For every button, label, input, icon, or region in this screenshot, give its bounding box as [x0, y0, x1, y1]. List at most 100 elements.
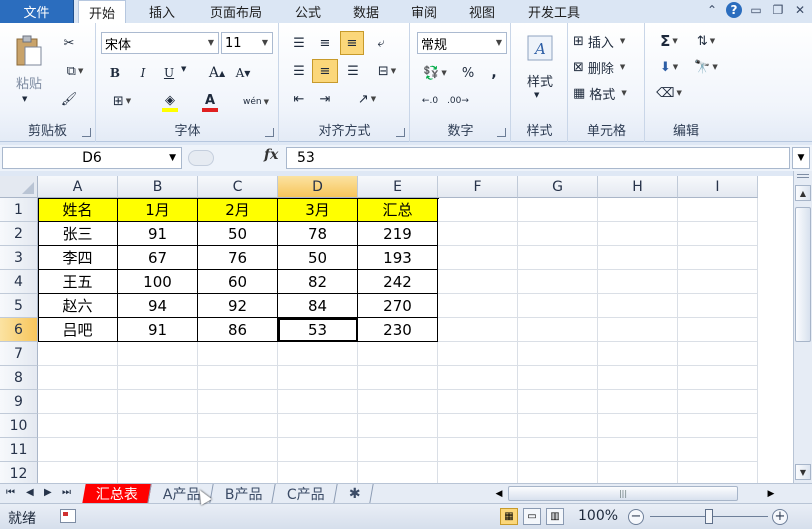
cell-f9[interactable] [438, 390, 518, 414]
cell-b10[interactable] [118, 414, 198, 438]
cell-h8[interactable] [598, 366, 678, 390]
cell-h12[interactable] [598, 462, 678, 483]
cell-h7[interactable] [598, 342, 678, 366]
cell-a10[interactable] [38, 414, 118, 438]
minimize-icon[interactable]: ▭ [748, 3, 764, 17]
column-header-c[interactable]: C [198, 176, 278, 198]
scroll-up-icon[interactable]: ▲ [795, 185, 811, 201]
align-center-icon[interactable]: ≡ [312, 59, 338, 83]
decrease-decimal-icon[interactable]: .00→ [447, 91, 469, 111]
paste-dropdown-icon[interactable]: ▼ [22, 95, 27, 103]
insert-sheet-button[interactable]: ✱ [336, 484, 374, 503]
cell-e3[interactable]: 193 [358, 246, 438, 270]
cell-h9[interactable] [598, 390, 678, 414]
cell-a12[interactable] [38, 462, 118, 483]
percent-button[interactable]: % [459, 63, 477, 83]
cell-h10[interactable] [598, 414, 678, 438]
column-header-b[interactable]: B [118, 176, 198, 198]
first-sheet-icon[interactable]: ⏮ [6, 487, 15, 498]
cell-i11[interactable] [678, 438, 758, 462]
number-launcher-icon[interactable] [497, 128, 506, 137]
bold-button[interactable]: B [105, 63, 125, 83]
align-right-icon[interactable]: ☰ [342, 61, 364, 81]
cell-c6[interactable]: 86 [198, 318, 278, 342]
fill-icon[interactable]: ⬇ ▼ [654, 57, 684, 77]
tab-view[interactable]: 视图 [456, 0, 508, 23]
cell-h11[interactable] [598, 438, 678, 462]
cell-f10[interactable] [438, 414, 518, 438]
cell-f8[interactable] [438, 366, 518, 390]
cell-d9[interactable] [278, 390, 358, 414]
align-top-icon[interactable]: ☰ [288, 33, 310, 53]
currency-button[interactable]: 💱 ▼ [419, 63, 451, 83]
cell-g3[interactable] [518, 246, 598, 270]
cell-i10[interactable] [678, 414, 758, 438]
cell-f4[interactable] [438, 270, 518, 294]
cell-d6[interactable]: 53 [278, 318, 358, 342]
cell-b1[interactable]: 1月 [118, 198, 198, 222]
decrease-indent-icon[interactable]: ⇤ [288, 89, 310, 109]
increase-decimal-icon[interactable]: ←.0 [419, 91, 441, 111]
comma-button[interactable]: , [485, 63, 503, 83]
cell-c4[interactable]: 60 [198, 270, 278, 294]
cell-e6[interactable]: 230 [358, 318, 438, 342]
row-header-12[interactable]: 12 [0, 462, 38, 483]
cell-c1[interactable]: 2月 [198, 198, 278, 222]
row-header-10[interactable]: 10 [0, 414, 38, 438]
tab-developer[interactable]: 开发工具 [514, 0, 594, 23]
column-header-a[interactable]: A [38, 176, 118, 198]
cell-a4[interactable]: 王五 [38, 270, 118, 294]
formula-expand-icon[interactable]: ▼ [792, 147, 810, 169]
align-bottom-icon[interactable]: ≡ [340, 31, 364, 55]
align-middle-icon[interactable]: ≡ [314, 33, 336, 53]
cell-a3[interactable]: 李四 [38, 246, 118, 270]
cell-h5[interactable] [598, 294, 678, 318]
number-format-dropdown[interactable]: 常规 ▼ [417, 32, 507, 54]
cell-b8[interactable] [118, 366, 198, 390]
cell-i7[interactable] [678, 342, 758, 366]
cell-g8[interactable] [518, 366, 598, 390]
cell-d12[interactable] [278, 462, 358, 483]
copy-icon[interactable]: ⧉ ▼ [58, 61, 92, 81]
row-header-4[interactable]: 4 [0, 270, 38, 294]
cell-f6[interactable] [438, 318, 518, 342]
file-tab[interactable]: 文件 [0, 0, 74, 23]
select-all-corner[interactable] [0, 176, 38, 198]
cell-d5[interactable]: 84 [278, 294, 358, 318]
cell-i6[interactable] [678, 318, 758, 342]
increase-indent-icon[interactable]: ⇥ [314, 89, 336, 109]
zoom-in-icon[interactable]: + [772, 509, 788, 525]
scroll-right-icon[interactable]: ▶ [764, 485, 778, 502]
cell-e10[interactable] [358, 414, 438, 438]
cell-f5[interactable] [438, 294, 518, 318]
cell-c9[interactable] [198, 390, 278, 414]
vertical-scrollbar[interactable]: ▲ ▼ [793, 171, 812, 483]
styles-button[interactable]: 样式 [518, 71, 562, 90]
row-header-9[interactable]: 9 [0, 390, 38, 414]
cell-a6[interactable]: 吕吧 [38, 318, 118, 342]
cell-h4[interactable] [598, 270, 678, 294]
cell-i2[interactable] [678, 222, 758, 246]
cell-h6[interactable] [598, 318, 678, 342]
row-header-6[interactable]: 6 [0, 318, 38, 342]
formula-input[interactable]: 53 [286, 147, 790, 169]
cell-a1[interactable]: 姓名 [38, 198, 118, 222]
row-header-2[interactable]: 2 [0, 222, 38, 246]
cell-c3[interactable]: 76 [198, 246, 278, 270]
sheet-tab-c[interactable]: C产品 [274, 484, 338, 503]
cell-e8[interactable] [358, 366, 438, 390]
column-header-i[interactable]: I [678, 176, 758, 198]
clear-icon[interactable]: ⌫ ▼ [654, 83, 684, 103]
row-header-3[interactable]: 3 [0, 246, 38, 270]
paste-label[interactable]: 粘贴 [12, 73, 46, 92]
cell-g1[interactable] [518, 198, 598, 222]
cell-d2[interactable]: 78 [278, 222, 358, 246]
font-launcher-icon[interactable] [265, 128, 274, 137]
cell-d3[interactable]: 50 [278, 246, 358, 270]
formula-bar-handle[interactable] [188, 150, 214, 166]
cell-g7[interactable] [518, 342, 598, 366]
orientation-icon[interactable]: ↗ ▼ [350, 89, 384, 109]
cell-i4[interactable] [678, 270, 758, 294]
prev-sheet-icon[interactable]: ◀ [26, 487, 34, 498]
wrap-text-icon[interactable]: ⤶ [370, 33, 392, 53]
